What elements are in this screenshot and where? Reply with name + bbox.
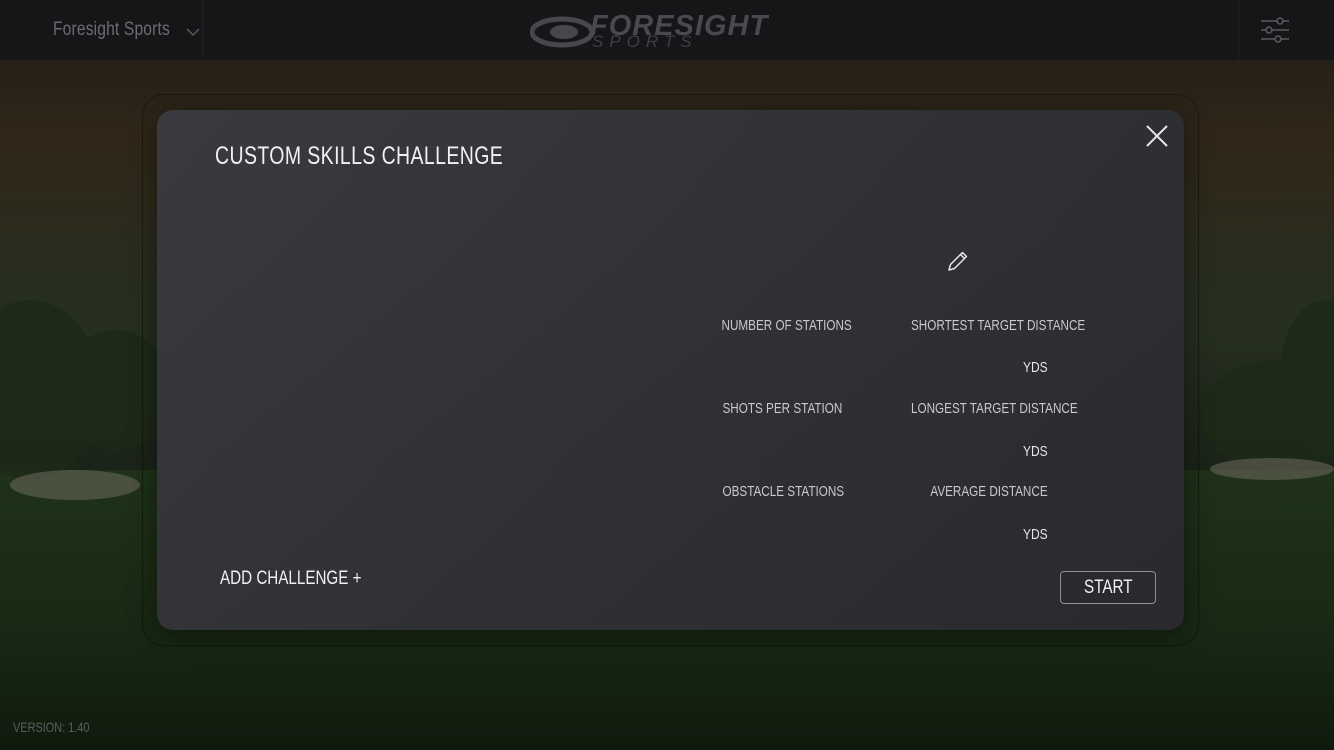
close-icon [1146,125,1168,147]
sliders-icon [1261,17,1289,43]
app-screen: Foresight Sports FORESIGHT SPORTS CUSTOM… [0,0,1334,750]
average-distance-label: AVERAGE DISTANCE [930,483,1048,500]
obstacle-stations-label: OBSTACLE STATIONS [722,483,845,500]
dialog-title: CUSTOM SKILLS CHALLENGE [215,142,504,170]
custom-skills-challenge-dialog: CUSTOM SKILLS CHALLENGE NUMBER OF STATIO… [157,110,1184,630]
shortest-distance-unit: YDS [1023,359,1048,376]
number-of-stations-label: NUMBER OF STATIONS [721,317,852,334]
chevron-down-icon [186,24,200,42]
settings-button[interactable] [1238,0,1334,60]
longest-target-distance-label: LONGEST TARGET DISTANCE [911,400,1078,417]
shots-per-station-label: SHOTS PER STATION [722,400,843,417]
logo-secondary-text: SPORTS [592,32,698,51]
top-bar: Foresight Sports FORESIGHT SPORTS [0,0,1334,61]
add-challenge-button[interactable]: ADD CHALLENGE + [220,568,362,590]
average-distance-unit: YDS [1023,526,1048,543]
background-bunker [10,470,140,500]
version-label: VERSION: 1.40 [13,719,90,735]
pencil-icon [948,251,968,271]
brand-logo: FORESIGHT SPORTS [530,10,800,51]
edit-button[interactable] [946,249,970,273]
account-label: Foresight Sports [53,19,170,40]
shortest-target-distance-label: SHORTEST TARGET DISTANCE [911,317,1086,334]
account-selector[interactable]: Foresight Sports [0,0,203,60]
longest-distance-unit: YDS [1023,443,1048,460]
close-button[interactable] [1143,122,1171,150]
start-button[interactable]: START [1060,571,1156,604]
background-bunker [1210,458,1334,480]
start-button-label: START [1083,576,1133,598]
